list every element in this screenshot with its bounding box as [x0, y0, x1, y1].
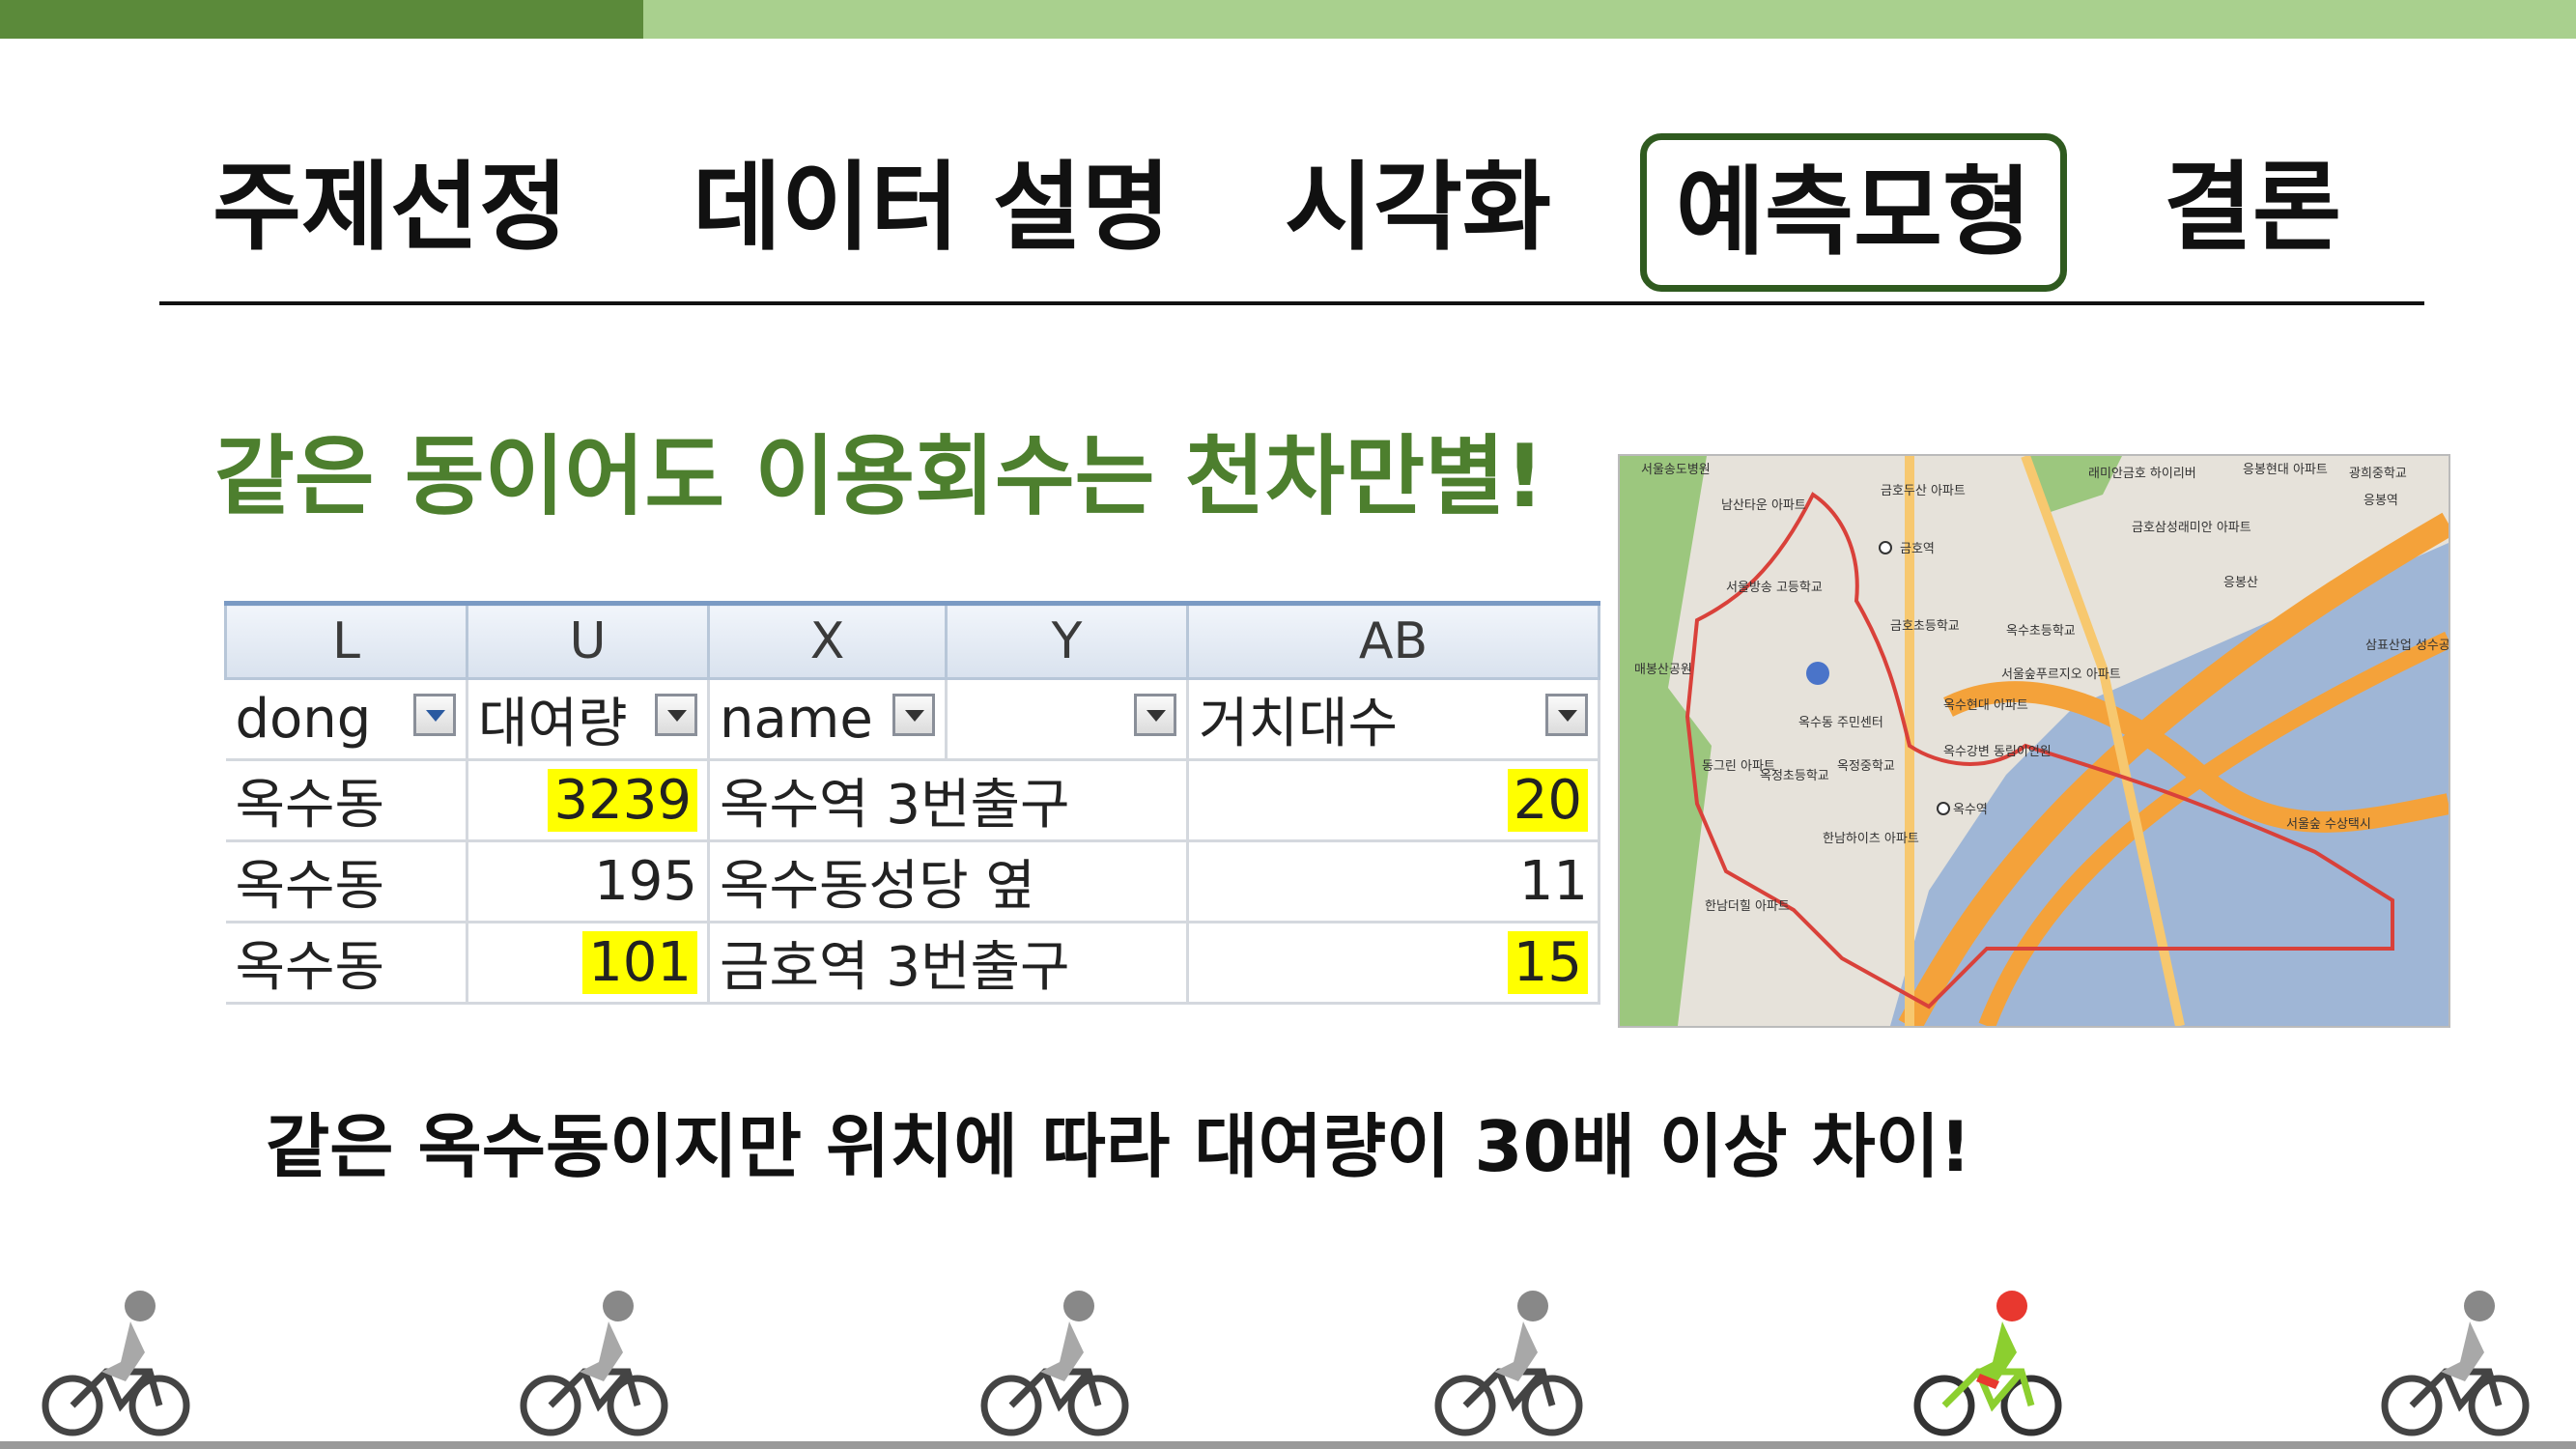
top-accent-bar-light [643, 0, 2576, 39]
map-label: 응봉역 [2364, 494, 2398, 508]
map-label: 금호역 [1900, 542, 1935, 556]
map-graphic: 서울송도병원 남산타운 아파트 금호두산 아파트 래미안금호 하이리버 금호삼성… [1620, 456, 2449, 1026]
slide-headline: 같은 동이어도 이용회수는 천차만별! [214, 426, 1545, 527]
map-label: 응봉현대 아파트 [2243, 463, 2328, 477]
filter-dropdown-icon[interactable] [655, 694, 697, 736]
map-label: 금호삼성래미안 아파트 [2132, 521, 2251, 535]
field-header-name: name [720, 688, 873, 751]
map-label: 서울숲푸르지오 아파트 [2001, 668, 2121, 682]
table-row: 옥수동 195 옥수동성당 옆 11 [225, 840, 1600, 923]
map-label: 옥수현대 아파트 [1943, 698, 2028, 713]
filter-funnel-icon[interactable] [413, 694, 456, 736]
cell-dong: 옥수동 [225, 840, 468, 923]
map-label: 옥정중학교 [1837, 759, 1895, 774]
column-letter-row: L U X Y AB [224, 601, 1600, 680]
cell-rentals: 3239 [467, 759, 710, 842]
cell-racks: 15 [1187, 922, 1600, 1005]
map-label: 남산타운 아파트 [1721, 498, 1806, 513]
field-header-cell: dong [225, 678, 468, 761]
column-letter: Y [945, 601, 1189, 680]
map-label: 금호초등학교 [1890, 619, 1960, 634]
field-header-racks: 거치대수 [1199, 693, 1399, 755]
map-label: 매봉산공원 [1634, 663, 1692, 677]
cyclist-icon [2378, 1285, 2533, 1439]
field-header-cell: 대여량 [467, 678, 710, 761]
cell-racks: 20 [1187, 759, 1600, 842]
oksu-dong-map: 서울송도병원 남산타운 아파트 금호두산 아파트 래미안금호 하이리버 금호삼성… [1618, 454, 2450, 1028]
filter-dropdown-icon[interactable] [1545, 694, 1588, 736]
cell-station-name: 옥수역 3번출구 [708, 759, 1189, 842]
map-label: 옥수강변 동림이언원 [1943, 745, 2052, 759]
map-label: 한남더힐 아파트 [1705, 899, 1790, 914]
field-header-rentals: 대여량 [478, 693, 628, 755]
map-label: 응봉산 [2223, 576, 2258, 590]
map-label: 한남하이츠 아파트 [1823, 832, 1919, 846]
nav-divider [159, 301, 2424, 305]
map-label: 금호두산 아파트 [1881, 484, 1966, 498]
nav-item-visualization[interactable]: 시각화 [1285, 126, 1551, 299]
highlighted-value: 20 [1507, 769, 1588, 832]
field-header-row: dong 대여량 name 거치대수 [225, 678, 1600, 761]
cell-rentals: 101 [467, 922, 710, 1005]
map-label: 서울숲 수상택시 [2286, 817, 2371, 832]
nav-item-conclusion[interactable]: 결론 [2164, 126, 2341, 299]
field-header-cell: 거치대수 [1187, 678, 1600, 761]
map-label: 래미안금호 하이리버 [2088, 467, 2196, 481]
field-header-cell: name [708, 678, 948, 761]
cyclist-icon [977, 1285, 1132, 1439]
column-letter: AB [1186, 601, 1600, 680]
column-letter: X [707, 601, 948, 680]
map-label: 옥수초등학교 [2006, 624, 2076, 639]
map-label: 옥수역 [1953, 803, 1988, 817]
cell-rentals: 195 [467, 840, 710, 923]
highlighted-value: 3239 [548, 769, 697, 832]
column-letter: L [224, 601, 468, 680]
cyclist-icon [1431, 1285, 1586, 1439]
field-header-cell [946, 678, 1189, 761]
nav-item-topic[interactable]: 주제선정 [212, 126, 568, 299]
cell-dong: 옥수동 [225, 922, 468, 1005]
nav-item-data[interactable]: 데이터 설명 [693, 126, 1171, 299]
spreadsheet-excerpt: L U X Y AB dong 대여량 name 거치대수 옥수동 3239 옥… [224, 601, 1600, 1005]
cyclist-icon [39, 1285, 193, 1439]
highlighted-value: 101 [582, 931, 697, 994]
cell-station-name: 옥수동성당 옆 [708, 840, 1189, 923]
cell-dong: 옥수동 [225, 759, 468, 842]
field-header-dong: dong [235, 688, 372, 751]
highlighted-value: 15 [1507, 931, 1588, 994]
map-label: 서울방송 고등학교 [1726, 581, 1823, 595]
cyclist-icon [517, 1285, 671, 1439]
slide-caption: 같은 옥수동이지만 위치에 따라 대여량이 30배 이상 차이! [266, 1106, 1971, 1187]
table-row: 옥수동 101 금호역 3번출구 15 [225, 922, 1600, 1005]
map-label: 서울송도병원 [1641, 463, 1711, 477]
section-nav: 주제선정 데이터 설명 시각화 예측모형 결론 [159, 126, 2439, 299]
active-cyclist-icon [1911, 1285, 2065, 1439]
map-label: 옥정초등학교 [1760, 769, 1829, 783]
cell-station-name: 금호역 3번출구 [708, 922, 1189, 1005]
cell-racks: 11 [1187, 840, 1600, 923]
filter-dropdown-icon[interactable] [892, 694, 935, 736]
map-label: 광희중학교 [2349, 467, 2407, 481]
nav-item-prediction-model[interactable]: 예측모형 [1640, 133, 2067, 292]
ground-line [0, 1441, 2576, 1449]
map-label: 옥수동 주민센터 [1798, 716, 1883, 730]
map-label: 삼표산업 성수공장 [2365, 639, 2449, 653]
filter-dropdown-icon[interactable] [1134, 694, 1176, 736]
cyclist-progress-strip [0, 1285, 2576, 1449]
column-letter: U [466, 601, 710, 680]
table-row: 옥수동 3239 옥수역 3번출구 20 [225, 759, 1600, 842]
top-accent-bar-dark [0, 0, 643, 39]
